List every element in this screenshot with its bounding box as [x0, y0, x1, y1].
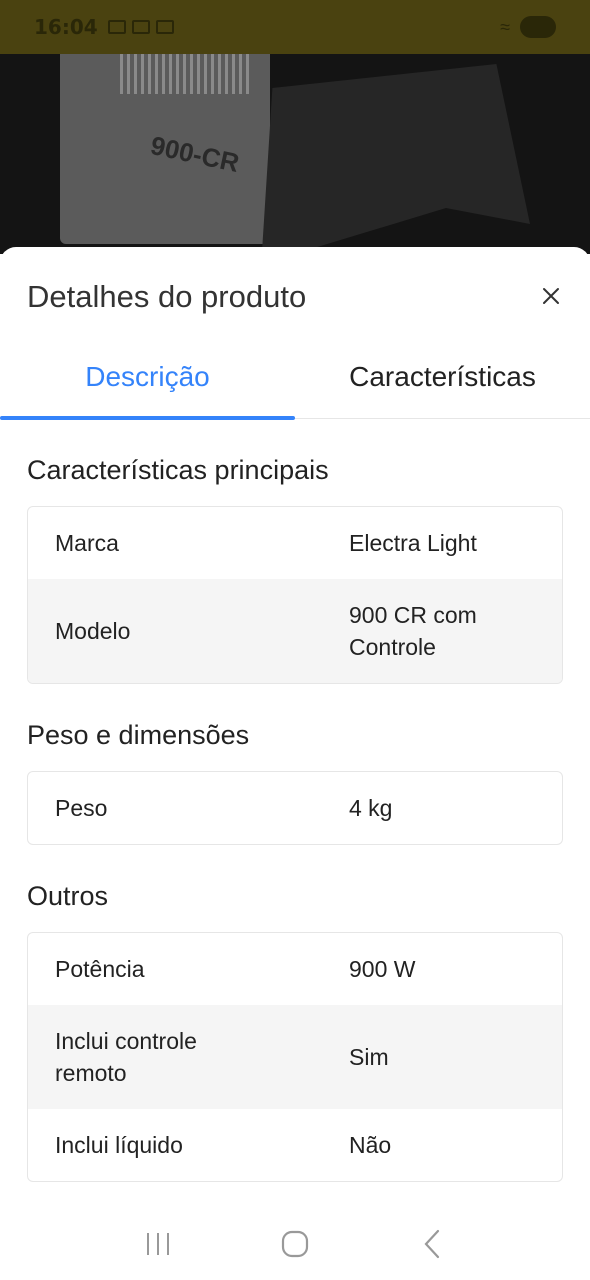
home-icon [281, 1230, 309, 1258]
spec-table-weight: Peso 4 kg [27, 771, 563, 845]
spec-value: Electra Light [349, 530, 477, 556]
spec-row: Inclui líquido Não [28, 1109, 562, 1181]
spec-row: Inclui controle remoto Sim [28, 1005, 562, 1109]
tabs: Descrição Características [0, 347, 590, 420]
recent-apps-icon [147, 1233, 170, 1255]
section-title-weight: Peso e dimensões [27, 720, 250, 750]
spec-value: 4 kg [349, 795, 393, 821]
section-title-others: Outros [27, 881, 109, 911]
spec-row: Marca Electra Light [28, 507, 562, 579]
close-button[interactable] [538, 283, 564, 309]
section-title-main: Características principais [27, 455, 329, 485]
sheet-title: Detalhes do produto [27, 279, 307, 314]
system-nav-bar [0, 1208, 590, 1280]
home-button[interactable] [275, 1224, 315, 1264]
spec-key: Potência [55, 956, 145, 982]
spec-row: Modelo 900 CR com Controle [28, 579, 562, 683]
spec-table-main: Marca Electra Light Modelo 900 CR com Co… [27, 506, 563, 684]
spec-key: Inclui líquido [55, 1132, 183, 1158]
spec-value: Sim [349, 1044, 389, 1070]
close-icon [543, 288, 559, 304]
sheet-header: Detalhes do produto [0, 247, 590, 347]
spec-key: Inclui controle remoto [55, 1028, 197, 1086]
spec-table-others: Potência 900 W Inclui controle remoto Si… [27, 932, 563, 1182]
recent-apps-button[interactable] [138, 1224, 178, 1264]
spec-value: 900 CR com Controle [349, 602, 477, 660]
spec-key: Modelo [55, 618, 131, 644]
dim-overlay[interactable] [0, 0, 590, 247]
spec-key: Marca [55, 530, 119, 556]
back-icon [424, 1229, 439, 1259]
spec-key: Peso [55, 795, 108, 821]
tab-caracteristicas[interactable]: Características [295, 347, 590, 418]
product-details-sheet: Detalhes do produto Descrição Caracterís… [0, 247, 590, 1280]
spec-row: Potência 900 W [28, 933, 562, 1005]
spec-value: Não [349, 1132, 392, 1158]
back-button[interactable] [412, 1224, 452, 1264]
spec-value: 900 W [349, 956, 416, 982]
tab-descricao[interactable]: Descrição [0, 347, 295, 418]
spec-row: Peso 4 kg [28, 772, 562, 844]
active-tab-indicator [0, 416, 295, 420]
